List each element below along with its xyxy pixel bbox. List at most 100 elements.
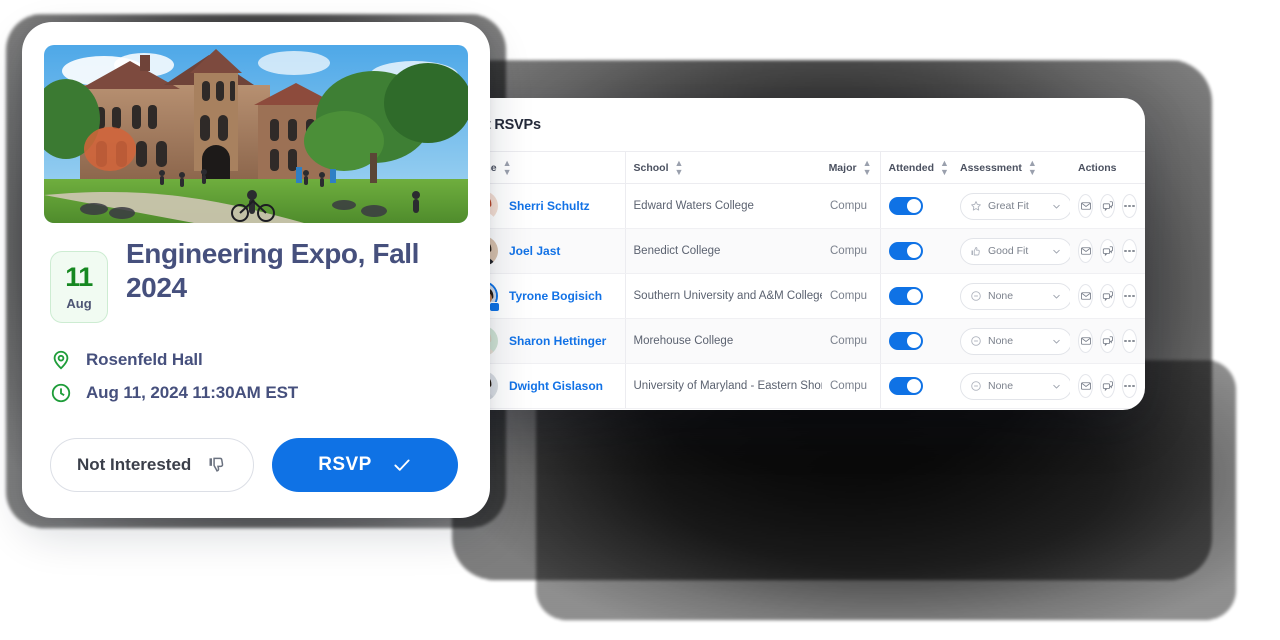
th-assessment[interactable]: Assessment ▲ ▼ (952, 151, 1070, 184)
th-school[interactable]: School ▲ ▼ (625, 151, 822, 184)
sort-icon[interactable]: ▲ ▼ (675, 158, 684, 177)
attended-toggle[interactable] (888, 377, 923, 395)
row-school-cell: Benedict College (625, 228, 822, 274)
email-action[interactable] (1078, 284, 1093, 308)
row-actions (1078, 374, 1137, 398)
student-name-link[interactable]: Tyrone Bogisich (509, 289, 602, 303)
sort-icon[interactable]: ▲ ▼ (940, 158, 949, 177)
row-major-cell: Compu (822, 273, 880, 319)
assessment-select[interactable]: None (960, 327, 1070, 355)
assessment-select[interactable]: Great Fit (960, 192, 1070, 220)
message-action[interactable] (1100, 284, 1115, 308)
event-rsvps-panel: Event RSVPs Name ▲▼ Scho (430, 98, 1145, 410)
assessment-value: Good Fit (988, 245, 1029, 257)
rsvp-table-body: Sherri Schultz Edward Waters College Com… (430, 183, 1145, 409)
sort-icon[interactable]: ▲ ▼ (503, 158, 512, 177)
chevron-down-icon (1051, 201, 1062, 212)
email-action[interactable] (1078, 194, 1093, 218)
student-name-link[interactable]: Sharon Hettinger (509, 334, 606, 348)
event-date-badge: 11 Aug (50, 251, 108, 323)
attended-toggle[interactable] (888, 287, 923, 305)
screenshot-stage: 11 Aug Engineering Expo, Fall 2024 Rosen… (0, 0, 1280, 640)
assessment-value: Great Fit (988, 200, 1029, 212)
row-school-cell: Edward Waters College (625, 183, 822, 229)
email-action[interactable] (1078, 374, 1093, 398)
row-attended-cell (879, 228, 952, 274)
assessment-select[interactable]: None (960, 372, 1070, 400)
assessment-value: None (988, 380, 1014, 392)
rsvp-button[interactable]: RSVP (272, 438, 458, 492)
more-action[interactable] (1122, 284, 1137, 308)
event-title: Engineering Expo, Fall 2024 (126, 238, 420, 304)
assessment-select[interactable]: None (960, 282, 1070, 310)
rsvp-table-head: Name ▲▼ School ▲▼ Major ▲▼ (430, 151, 1145, 184)
row-major-cell: Compu (822, 183, 880, 229)
th-school-label: School (633, 161, 669, 174)
event-meta-list: Rosenfeld Hall Aug 11, 2024 11:30AM EST (50, 349, 462, 404)
row-actions-cell (1070, 363, 1145, 409)
not-interested-label: Not Interested (77, 455, 192, 474)
email-action[interactable] (1078, 329, 1093, 353)
th-major[interactable]: Major ▲ ▼ (822, 151, 880, 184)
rsvp-table: Name ▲▼ School ▲▼ Major ▲▼ (430, 151, 1145, 409)
row-actions-cell (1070, 273, 1145, 319)
message-action[interactable] (1100, 194, 1115, 218)
more-action[interactable] (1122, 194, 1137, 218)
th-attended[interactable]: Attended ▲ ▼ (879, 151, 952, 184)
assessment-value: None (988, 335, 1014, 347)
star-icon (970, 200, 982, 212)
th-major-label: Major (828, 161, 857, 174)
event-title-row: 11 Aug Engineering Expo, Fall 2024 (50, 237, 462, 323)
attended-toggle[interactable] (888, 242, 923, 260)
th-actions: Actions (1070, 151, 1145, 184)
attended-toggle[interactable] (888, 332, 923, 350)
more-action[interactable] (1122, 329, 1137, 353)
table-row: Tyrone Bogisich Southern University and … (430, 273, 1145, 319)
student-name-link[interactable]: Sherri Schultz (509, 199, 590, 213)
th-assessment-label: Assessment (960, 161, 1022, 174)
table-row: Sharon Hettinger Morehouse College Compu… (430, 318, 1145, 364)
row-actions (1078, 284, 1137, 308)
event-time-row: Aug 11, 2024 11:30AM EST (50, 382, 462, 404)
school-text: Southern University and A&M College (633, 290, 823, 302)
row-actions (1078, 329, 1137, 353)
th-actions-label: Actions (1078, 161, 1117, 174)
assessment-select[interactable]: Good Fit (960, 237, 1070, 265)
event-action-buttons: Not Interested RSVP (50, 438, 462, 492)
attended-toggle[interactable] (888, 197, 923, 215)
message-action[interactable] (1100, 239, 1115, 263)
row-assessment-cell: Great Fit (952, 183, 1070, 229)
location-pin-icon (50, 349, 72, 371)
student-name-link[interactable]: Dwight Gislason (509, 379, 603, 393)
row-actions-cell (1070, 318, 1145, 364)
event-date-month: Aug (66, 296, 92, 311)
student-name-link[interactable]: Joel Jast (509, 244, 560, 258)
not-interested-button[interactable]: Not Interested (50, 438, 255, 492)
event-location-text: Rosenfeld Hall (86, 350, 203, 369)
sort-icon[interactable]: ▲ ▼ (1028, 158, 1037, 177)
major-text: Compu (830, 380, 868, 392)
more-action[interactable] (1122, 239, 1137, 263)
minus-circle-icon (970, 335, 982, 347)
row-assessment-cell: None (952, 318, 1070, 364)
event-location-row: Rosenfeld Hall (50, 349, 462, 371)
chevron-down-icon (1051, 336, 1062, 347)
row-attended-cell (879, 363, 952, 409)
row-actions-cell (1070, 183, 1145, 229)
row-major-cell: Compu (822, 363, 880, 409)
email-action[interactable] (1078, 239, 1093, 263)
more-action[interactable] (1122, 374, 1137, 398)
row-actions-cell (1070, 228, 1145, 274)
major-text: Compu (830, 290, 868, 302)
sort-icon[interactable]: ▲ ▼ (863, 158, 872, 177)
th-attended-label: Attended (888, 161, 935, 174)
row-major-cell: Compu (822, 318, 880, 364)
row-attended-cell (879, 273, 952, 319)
chevron-down-icon (1051, 291, 1062, 302)
school-text: Edward Waters College (633, 200, 754, 212)
table-row: Joel Jast Benedict College Compu Good Fi… (430, 228, 1145, 274)
major-text: Compu (830, 335, 868, 347)
message-action[interactable] (1100, 329, 1115, 353)
school-text: Morehouse College (633, 335, 734, 347)
message-action[interactable] (1100, 374, 1115, 398)
